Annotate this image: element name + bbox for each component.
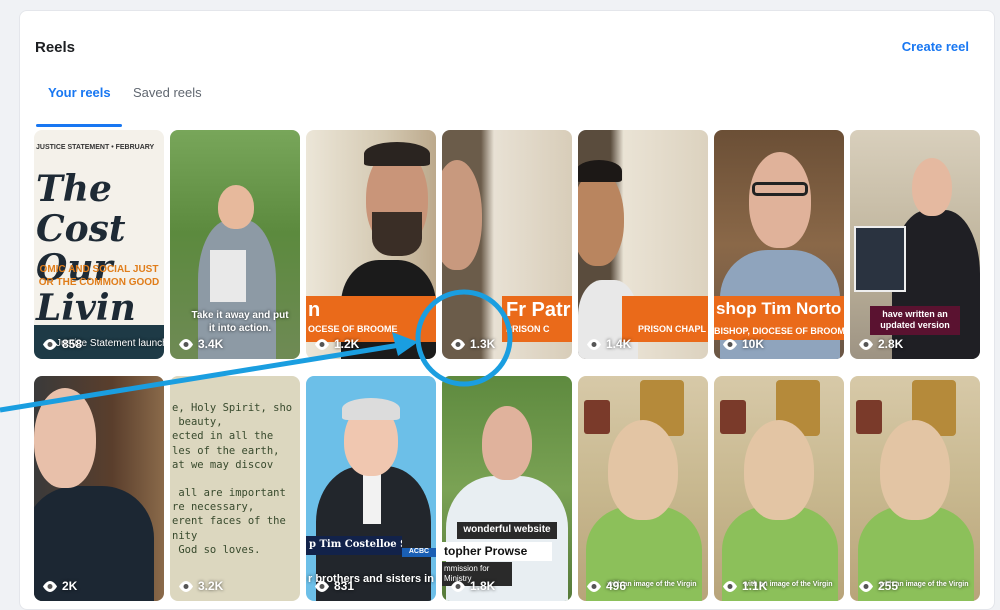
reels-card: Reels Create reel Your reels Saved reels… (19, 10, 995, 610)
view-count: 2.8K (878, 337, 904, 351)
create-reel-link[interactable]: Create reel (902, 39, 969, 54)
tab-your-reels[interactable]: Your reels (48, 85, 111, 100)
view-count: 831 (334, 579, 355, 593)
reel-views: 1.3K (450, 337, 495, 351)
eye-icon (43, 338, 57, 350)
reel-banner-sub: PRISON C (506, 324, 550, 334)
tab-saved-reels[interactable]: Saved reels (133, 85, 202, 100)
reel-views: 2.8K (858, 337, 903, 351)
reel-views: 255 (858, 579, 898, 593)
reel-views: 1.1K (722, 579, 767, 593)
reel-banner-sub: OCESE OF BROOME (308, 324, 398, 334)
reel-name-text: topher Prowse (442, 542, 552, 561)
active-tab-indicator (36, 124, 122, 127)
reel-big-text: The Cost Our Livin (36, 168, 136, 329)
reel-tile[interactable]: p Tim Costelloe SDB ACBC r brothers and … (306, 376, 436, 601)
reel-tile[interactable]: with an image of the Virgin 255 (850, 376, 980, 601)
reel-caption-top: wonderful website (457, 522, 557, 539)
reel-banner: shop Tim Norto (714, 296, 844, 326)
eye-icon (179, 338, 193, 350)
view-count: 1.2K (334, 337, 360, 351)
eye-icon (315, 338, 329, 350)
reel-body-text: e, Holy Spirit, sho beauty, ected in all… (172, 402, 293, 556)
reel-views: 2K (42, 579, 77, 593)
eye-icon (859, 338, 873, 350)
view-count: 2K (62, 579, 78, 593)
reel-views: 1.4K (586, 337, 631, 351)
reel-views: 1.2K (314, 337, 359, 351)
reel-views: 496 (586, 579, 626, 593)
reel-tile[interactable]: wonderful website topher Prowse mmission… (442, 376, 572, 601)
view-count: 496 (606, 579, 627, 593)
reel-views: 3.4K (178, 337, 223, 351)
reel-views: 831 (314, 579, 354, 593)
reel-tile[interactable]: JUSTICE STATEMENT • FEBRUARY The Cost Ou… (34, 130, 164, 359)
reel-views: 1.8K (450, 579, 495, 593)
reel-tile[interactable]: shop Tim Norto BISHOP, DIOCESE OF BROOME… (714, 130, 844, 359)
view-count: 3.4K (198, 337, 224, 351)
reel-name-text: p Tim Costelloe SDB (306, 536, 402, 555)
view-count: 1.8K (470, 579, 496, 593)
reel-top-text: JUSTICE STATEMENT • FEBRUARY (36, 144, 155, 151)
reel-tile[interactable]: PRISON CHAPL 1.4K (578, 130, 708, 359)
reel-tile[interactable]: Fr Patr PRISON C 1.3K (442, 130, 572, 359)
view-count: 255 (878, 579, 899, 593)
reel-tile[interactable]: have written an updated version 2.8K (850, 130, 980, 359)
reel-tile[interactable]: with an image of the Virgin 1.1K (714, 376, 844, 601)
eye-icon (723, 338, 737, 350)
view-count: 858 (62, 337, 83, 351)
view-count: 1.1K (742, 579, 768, 593)
eye-icon (587, 338, 601, 350)
reel-tile[interactable]: 2K (34, 376, 164, 601)
reel-tile[interactable]: e, Holy Spirit, sho beauty, ected in all… (170, 376, 300, 601)
reel-tile[interactable]: with an image of the Virgin 496 (578, 376, 708, 601)
reel-views: 10K (722, 337, 764, 351)
reel-caption: have written an updated version (870, 306, 960, 335)
eye-icon (451, 338, 465, 350)
reel-caption: Take it away and put it into action. (191, 310, 289, 334)
reel-views: 3.2K (178, 579, 223, 593)
reel-tag: ACBC (402, 548, 436, 557)
reel-banner-sub: PRISON CHAPL (622, 296, 708, 342)
section-title: Reels (35, 39, 76, 56)
view-count: 1.3K (470, 337, 496, 351)
reel-tile[interactable]: Take it away and put it into action. 3.4… (170, 130, 300, 359)
reel-tile[interactable]: n OCESE OF BROOME 1.2K (306, 130, 436, 359)
reel-sub-text: OMIC AND SOCIAL JUST OR THE COMMON GOOD (38, 264, 160, 288)
view-count: 1.4K (606, 337, 632, 351)
view-count: 3.2K (198, 579, 224, 593)
view-count: 10K (742, 337, 765, 351)
reel-views: 858 (42, 337, 82, 351)
